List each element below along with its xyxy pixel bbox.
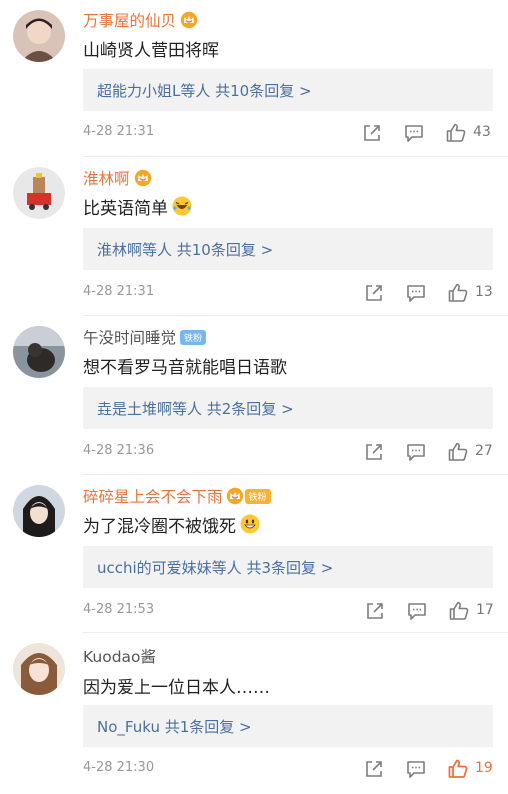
thumbs-up-icon[interactable] (445, 122, 467, 144)
reply-summary-link[interactable]: 垚是土堆啊等人 共2条回复 > (97, 398, 294, 419)
share-icon[interactable] (361, 122, 383, 144)
avatar[interactable] (13, 485, 65, 537)
fan-badge: 铁粉 (244, 488, 271, 504)
avatar[interactable] (13, 643, 65, 695)
comment-item: 淮林啊 比英语简单 淮林啊等人 共10条回复 > 4-28 21:31 13 (0, 157, 508, 315)
username[interactable]: Kuodao酱 (83, 645, 156, 667)
reply-summary[interactable]: 淮林啊等人 共10条回复 > (83, 228, 493, 270)
reply-summary-link[interactable]: 超能力小姐L等人 共10条回复 > (97, 80, 312, 101)
fan-crown-icon (134, 169, 152, 187)
timestamp: 4-28 21:36 (83, 443, 155, 458)
like-count: 17 (476, 602, 494, 618)
comment-text: 因为爱上一位日本人…… (83, 677, 270, 698)
like-count: 27 (475, 443, 493, 459)
reply-summary-link[interactable]: No_Fuku 共1条回复 > (97, 716, 252, 737)
fan-crown-icon (180, 11, 198, 29)
comment-text: 比英语简单 (83, 193, 192, 219)
thumbs-up-icon[interactable] (447, 758, 469, 780)
comment-text: 为了混冷圈不被饿死 (83, 511, 260, 537)
reply-summary-link[interactable]: 淮林啊等人 共10条回复 > (97, 239, 273, 260)
timestamp: 4-28 21:31 (83, 124, 155, 139)
share-icon[interactable] (363, 758, 385, 780)
fan-badge: 铁粉 (180, 329, 207, 345)
comment-icon[interactable] (405, 282, 427, 304)
avatar[interactable] (13, 10, 65, 62)
comment-icon[interactable] (403, 122, 425, 144)
reply-summary[interactable]: No_Fuku 共1条回复 > (83, 705, 493, 747)
like-count: 13 (475, 284, 493, 300)
like-count: 43 (473, 124, 491, 140)
share-icon[interactable] (364, 600, 386, 622)
fan-badge-group: 铁粉 (226, 487, 271, 505)
comment-text: 山崎贤人菅田将晖 (83, 40, 219, 61)
grin-emoji-icon (240, 514, 260, 534)
share-icon[interactable] (363, 282, 385, 304)
timestamp: 4-28 21:30 (83, 760, 155, 775)
laugh-emoji-icon (172, 196, 192, 216)
comment-item: 万事屋的仙贝 山崎贤人菅田将晖 超能力小姐L等人 共10条回复 > 4-28 2… (0, 0, 508, 156)
share-icon[interactable] (363, 441, 385, 463)
reply-summary[interactable]: ucchi的可爱妹妹等人 共3条回复 > (83, 546, 493, 588)
comment-icon[interactable] (405, 441, 427, 463)
avatar[interactable] (13, 326, 65, 378)
reply-summary[interactable]: 垚是土堆啊等人 共2条回复 > (83, 387, 493, 429)
comment-item: Kuodao酱 因为爱上一位日本人…… No_Fuku 共1条回复 > 4-28… (0, 633, 508, 794)
username[interactable]: 万事屋的仙贝 (83, 9, 176, 31)
comment-icon[interactable] (405, 758, 427, 780)
like-count: 19 (475, 760, 493, 776)
thumbs-up-icon[interactable] (447, 441, 469, 463)
thumbs-up-icon[interactable] (447, 282, 469, 304)
timestamp: 4-28 21:53 (83, 602, 155, 617)
username[interactable]: 午没时间睡觉 (83, 326, 176, 348)
timestamp: 4-28 21:31 (83, 284, 155, 299)
fan-crown-icon (226, 487, 244, 505)
reply-summary[interactable]: 超能力小姐L等人 共10条回复 > (83, 69, 493, 111)
reply-summary-link[interactable]: ucchi的可爱妹妹等人 共3条回复 > (97, 557, 333, 578)
comment-text: 想不看罗马音就能唱日语歌 (83, 357, 287, 378)
comment-item: 午没时间睡觉 铁粉 想不看罗马音就能唱日语歌 垚是土堆啊等人 共2条回复 > 4… (0, 316, 508, 474)
comment-item: 碎碎星上会不会下雨 铁粉 为了混冷圈不被饿死 ucchi的可爱妹妹等人 共3条回… (0, 475, 508, 632)
comment-icon[interactable] (406, 600, 428, 622)
username[interactable]: 碎碎星上会不会下雨 (83, 485, 223, 507)
thumbs-up-icon[interactable] (448, 600, 470, 622)
avatar[interactable] (13, 167, 65, 219)
username[interactable]: 淮林啊 (83, 167, 130, 189)
